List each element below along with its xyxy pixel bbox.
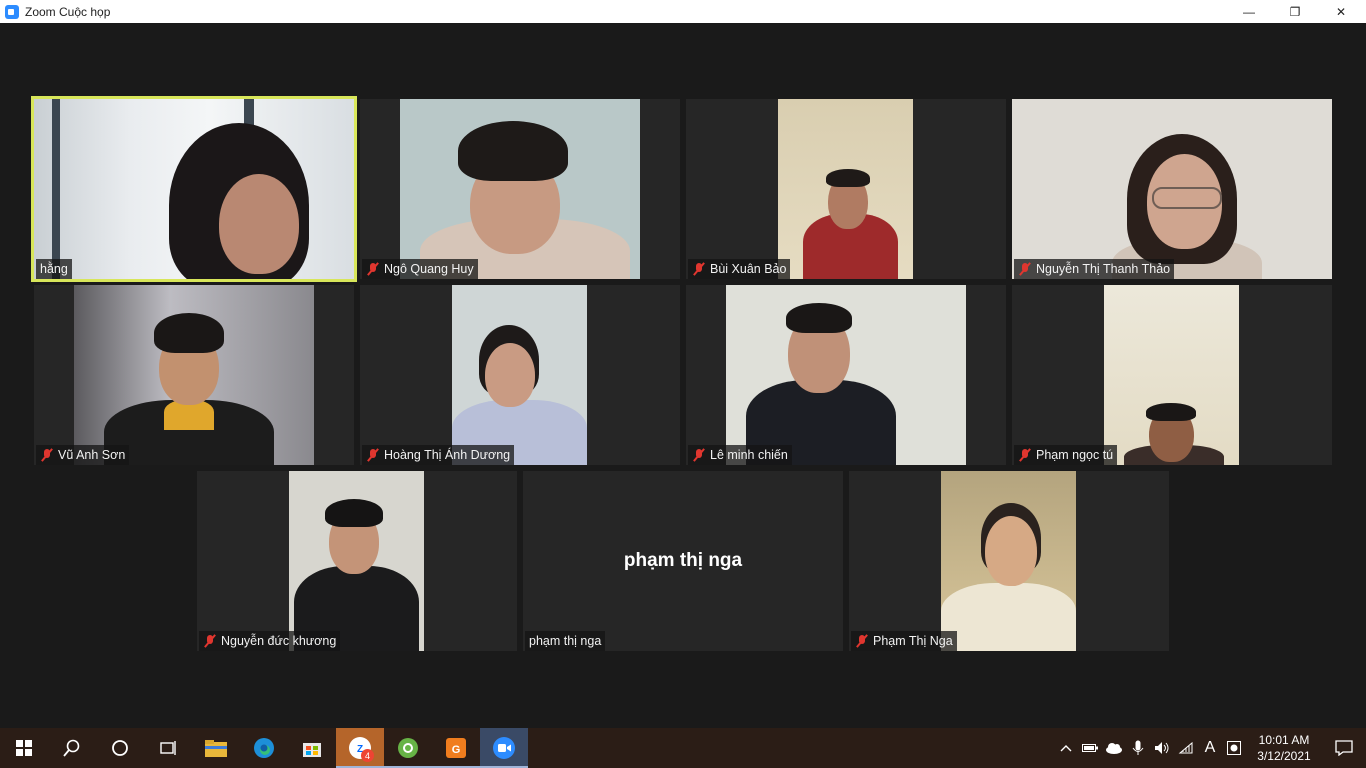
notifications-button[interactable] [1322,728,1366,768]
input-method-indicator[interactable]: A [1198,728,1222,768]
windows-logo-icon [16,740,32,756]
participant-tile[interactable]: Phạm ngọc tú [1012,285,1332,465]
cloud-icon [1106,743,1122,754]
title-bar: Zoom Cuộc họp — ❐ ✕ [0,0,1366,23]
participant-video [941,471,1076,651]
speaker-icon [1155,742,1169,754]
cortana-icon [112,740,128,756]
search-icon [63,739,80,757]
task-view-icon [160,741,176,755]
participant-name-label: Phạm Thị Nga [851,631,957,651]
tray-app-icon [1227,741,1241,755]
cortana-button[interactable] [96,728,144,768]
participant-name-label: hằng [36,259,72,279]
onedrive-button[interactable] [1102,728,1126,768]
pdf-icon: G [446,738,466,758]
muted-mic-icon [366,262,380,276]
participant-name-label: Phạm ngọc tú [1014,445,1118,465]
participant-name-label: Hoàng Thị Ánh Dương [362,445,515,465]
muted-mic-icon [1018,262,1032,276]
battery-button[interactable] [1078,728,1102,768]
participant-tile[interactable]: Bùi Xuân Bảo [686,99,1006,279]
action-center-icon [1335,740,1353,756]
notification-badge: 4 [361,749,374,762]
muted-mic-icon [855,634,869,648]
participant-name-label: Bùi Xuân Bảo [688,259,791,279]
participant-tile[interactable]: Phạm Thị Nga [849,471,1169,651]
clock-time: 10:01 AM [1258,733,1310,747]
participant-name-label: Vũ Anh Sơn [36,445,130,465]
participant-video [289,471,424,651]
muted-mic-icon [1018,448,1032,462]
participant-tile[interactable]: Ngô Quang Huy [360,99,680,279]
participant-tile[interactable]: Hoàng Thị Ánh Dương [360,285,680,465]
search-button[interactable] [48,728,96,768]
zalo-button[interactable]: Z 4 [336,728,384,768]
participant-tile[interactable]: Nguyễn Thị Thanh Thảo [1012,99,1332,279]
participant-name-label: Lê minh chiến [688,445,792,465]
participant-name-label: Nguyễn Thị Thanh Thảo [1014,259,1175,279]
participant-video [1104,285,1239,465]
app-tray-button[interactable] [1222,728,1246,768]
muted-mic-icon [692,448,706,462]
maximize-button[interactable]: ❐ [1272,0,1318,23]
participant-name-label: phạm thị nga [525,631,606,651]
participant-name-label: Nguyễn đức khương [199,631,341,651]
edge-icon [254,738,274,758]
participant-video [778,99,913,279]
muted-mic-icon [40,448,54,462]
participant-video [1012,99,1332,279]
coccoc-icon [398,738,418,758]
muted-mic-icon [366,448,380,462]
participant-tile[interactable]: hằng [31,96,357,282]
task-view-button[interactable] [144,728,192,768]
network-button[interactable] [1174,728,1198,768]
gallery-view: hằng Ngô Quang Huy Bùi Xuân Bảo Nguyễn T… [0,23,1366,728]
zoom-icon [493,737,515,759]
minimize-button[interactable]: — [1226,0,1272,23]
window-title: Zoom Cuộc họp [25,4,111,19]
muted-mic-icon [692,262,706,276]
chevron-up-icon [1060,745,1072,752]
clock[interactable]: 10:01 AM 3/12/2021 [1246,732,1322,764]
participant-name-label: Ngô Quang Huy [362,259,478,279]
participant-video [34,99,354,279]
participant-tile[interactable]: phạm thị nga phạm thị nga [523,471,843,651]
svg-text:G: G [452,744,461,756]
participant-tile[interactable]: Vũ Anh Sơn [34,285,354,465]
video-off-name: phạm thị nga [623,550,743,571]
clock-date: 3/12/2021 [1257,749,1311,763]
muted-mic-icon [203,634,217,648]
system-tray: A 10:01 AM 3/12/2021 [1054,728,1366,768]
file-explorer-button[interactable] [192,728,240,768]
store-button[interactable] [288,728,336,768]
participant-video [400,99,640,279]
zoom-taskbar-button[interactable] [480,728,528,768]
microphone-button[interactable] [1126,728,1150,768]
windows-taskbar: Z 4 G A 10:01 AM 3/12/2021 [0,728,1366,768]
participant-tile[interactable]: Nguyễn đức khương [197,471,517,651]
microphone-icon [1132,740,1144,755]
edge-button[interactable] [240,728,288,768]
battery-icon [1082,744,1098,752]
volume-button[interactable] [1150,728,1174,768]
participant-video [74,285,314,465]
start-button[interactable] [0,728,48,768]
foxit-pdf-button[interactable]: G [432,728,480,768]
coccoc-button[interactable] [384,728,432,768]
close-button[interactable]: ✕ [1318,0,1364,23]
store-icon [303,743,321,757]
participant-video [452,285,587,465]
wifi-icon [1178,741,1193,754]
participant-tile[interactable]: Lê minh chiến [686,285,1006,465]
folder-icon [205,740,227,757]
participant-video [726,285,966,465]
show-hidden-icons-button[interactable] [1054,728,1078,768]
zoom-app-icon [5,4,19,19]
